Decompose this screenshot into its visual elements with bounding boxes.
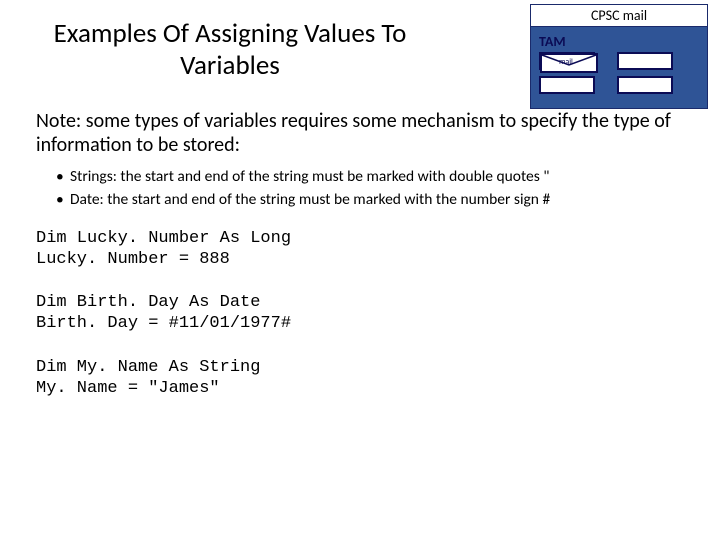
bullet-item: Strings: the start and end of the string… xyxy=(56,167,684,186)
envelope-cell: mail xyxy=(539,52,595,70)
empty-cell xyxy=(539,76,595,94)
code-block-1: Dim Lucky. Number As Long Lucky. Number … xyxy=(36,228,684,271)
code-block-2: Dim Birth. Day As Date Birth. Day = #11/… xyxy=(36,292,684,335)
note-paragraph: Note: some types of variables requires s… xyxy=(36,109,684,157)
bullet-item: Date: the start and end of the string mu… xyxy=(56,190,684,209)
mail-label: mail xyxy=(559,57,573,67)
empty-cell xyxy=(617,52,673,70)
sidebar-diagram: CPSC mail TAM mail xyxy=(530,4,708,109)
code-block-3: Dim My. Name As String My. Name = "James… xyxy=(36,357,684,400)
cpsc-mail-label: CPSC mail xyxy=(531,5,707,27)
empty-cell xyxy=(617,76,673,94)
slide-title: Examples Of Assigning Values To Variable… xyxy=(30,18,430,83)
tam-label: TAM xyxy=(539,33,707,50)
bullet-list: Strings: the start and end of the string… xyxy=(56,167,684,210)
